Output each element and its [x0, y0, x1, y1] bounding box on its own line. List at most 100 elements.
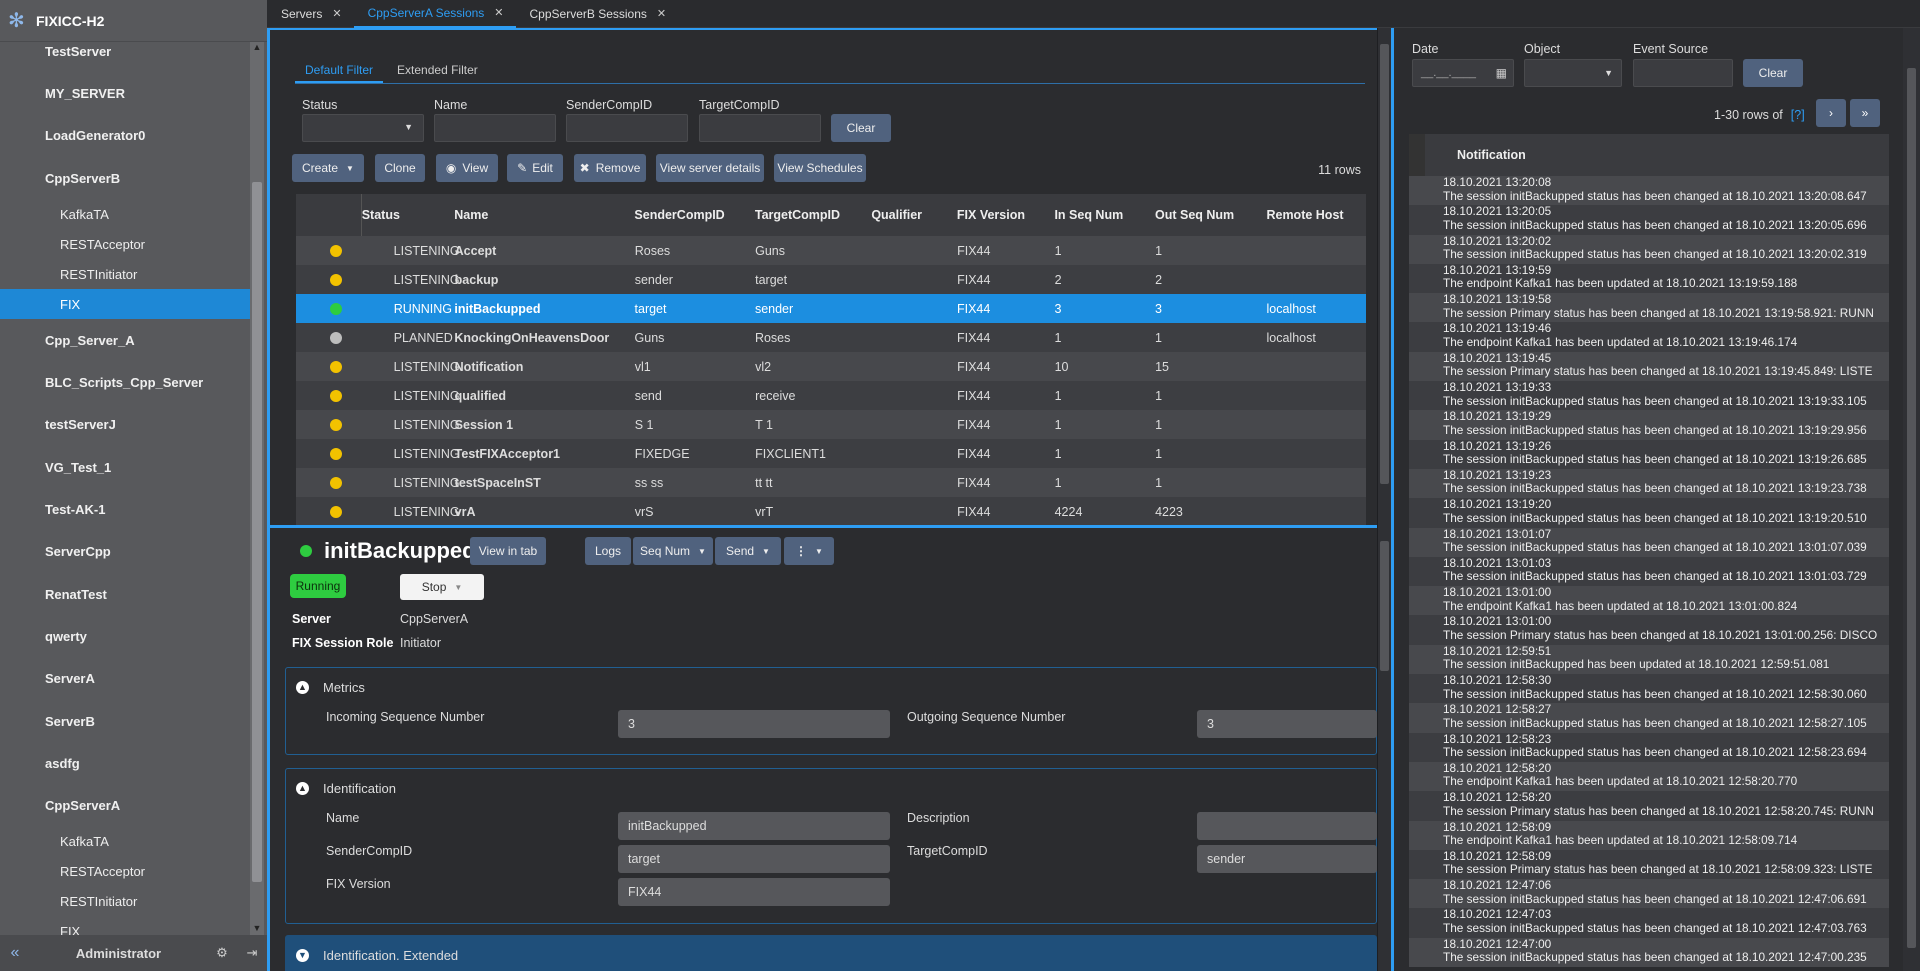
sidebar-item[interactable]: Test-AK-1 [0, 488, 250, 530]
remove-button[interactable]: ✖ Remove [574, 154, 646, 182]
seq-num-button[interactable]: Seq Num ▼ [633, 537, 713, 565]
notification-row[interactable]: 18.10.2021 13:19:29 The session initBacku… [1409, 410, 1889, 440]
sidebar-item[interactable]: ServerA [0, 658, 250, 700]
tab-default-filter[interactable]: Default Filter [295, 58, 384, 83]
edit-button[interactable]: ✎ Edit [507, 154, 563, 182]
sidebar-item[interactable]: FIX [0, 917, 250, 935]
sidebar-item[interactable]: ServerB [0, 700, 250, 742]
table-row[interactable]: LISTENING vrA vrS vrT FIX44 4224 4223 [296, 497, 1366, 526]
clear-filter-button[interactable]: Clear [831, 114, 891, 142]
sender-filter-input[interactable] [566, 114, 688, 142]
col-targetcompid[interactable]: TargetCompID [755, 208, 871, 222]
identification-header[interactable]: ▲ Identification [296, 781, 396, 796]
more-actions-button[interactable]: ⋮ ▼ [784, 537, 834, 565]
next-page-button[interactable]: › [1816, 99, 1846, 127]
date-input[interactable]: __.__.____ ▦ [1412, 59, 1514, 87]
metrics-header[interactable]: ▲ Metrics [296, 680, 365, 695]
notification-row[interactable]: 18.10.2021 13:20:08 The session initBacku… [1409, 176, 1889, 206]
notification-row[interactable]: 18.10.2021 12:58:09 The endpoint Kafka1 h… [1409, 820, 1889, 850]
col-in-seq-num[interactable]: In Seq Num [1054, 208, 1155, 222]
notification-row[interactable]: 18.10.2021 12:58:30 The session initBacku… [1409, 674, 1889, 704]
notification-header[interactable]: Notification [1409, 134, 1889, 176]
notification-row[interactable]: 18.10.2021 13:01:00 The session Primary s… [1409, 615, 1889, 645]
status-filter-select[interactable]: ▼ [302, 114, 424, 142]
target-field[interactable]: sender [1197, 845, 1377, 873]
logs-button[interactable]: Logs [585, 537, 631, 565]
name-filter-input[interactable] [434, 114, 556, 142]
scroll-thumb[interactable] [252, 182, 262, 882]
notification-row[interactable]: 18.10.2021 12:58:20 The session Primary s… [1409, 791, 1889, 821]
notification-row[interactable]: 18.10.2021 12:58:27 The session initBacku… [1409, 703, 1889, 733]
header-selector[interactable] [296, 194, 362, 236]
table-row[interactable]: PLANNED KnockingOnHeavensDoor Guns Roses FIX… [296, 323, 1366, 352]
collapse-sidebar-icon[interactable]: « [0, 944, 30, 962]
notification-row[interactable]: 18.10.2021 13:20:05 The session initBacku… [1409, 205, 1889, 235]
send-button[interactable]: Send ▼ [715, 537, 781, 565]
sender-field[interactable]: target [618, 845, 890, 873]
notification-row[interactable]: 18.10.2021 13:19:45 The session Primary s… [1409, 351, 1889, 382]
sidebar-item[interactable]: testServerJ [0, 404, 250, 446]
scroll-thumb[interactable] [1380, 541, 1389, 671]
close-icon[interactable]: ✕ [657, 7, 666, 20]
scroll-thumb[interactable] [1907, 68, 1916, 948]
col-sendercompid[interactable]: SenderCompID [634, 208, 754, 222]
notification-row[interactable]: 18.10.2021 13:19:33 The session initBacku… [1409, 381, 1889, 411]
sidebar-item[interactable]: BLC_Scripts_Cpp_Server [0, 361, 250, 403]
notification-row[interactable]: 18.10.2021 13:19:20 The session initBacku… [1409, 498, 1889, 528]
details-scrollbar[interactable] [1378, 525, 1391, 971]
sidebar-item[interactable]: CppServerA [0, 784, 250, 826]
table-row[interactable]: RUNNING initBackupped target sender FIX44 3 3 l… [296, 294, 1366, 323]
notification-row[interactable]: 18.10.2021 13:01:00 The endpoint Kafka1 h… [1409, 586, 1889, 616]
identification-extended-header[interactable]: ▼ Identification. Extended [296, 948, 458, 963]
notification-row[interactable]: 18.10.2021 12:59:51 The session initBacku… [1409, 644, 1889, 675]
event-source-input[interactable] [1633, 59, 1733, 87]
events-scrollbar[interactable] [1903, 28, 1920, 971]
close-icon[interactable]: ✕ [494, 6, 503, 19]
notification-row[interactable]: 18.10.2021 12:58:09 The session Primary s… [1409, 849, 1889, 880]
name-field[interactable]: initBackupped [618, 812, 890, 840]
tab-servers[interactable]: Servers ✕ [267, 0, 354, 28]
sidebar-item[interactable]: ServerCpp [0, 531, 250, 573]
notification-row[interactable]: 18.10.2021 12:58:20 The endpoint Kafka1 h… [1409, 761, 1889, 792]
notification-row[interactable]: 18.10.2021 13:19:59 The endpoint Kafka1 h… [1409, 263, 1889, 294]
notification-row[interactable]: 18.10.2021 13:19:26 The session initBacku… [1409, 439, 1889, 469]
col-qualifier[interactable]: Qualifier [871, 208, 957, 222]
sidebar-item[interactable]: VG_Test_1 [0, 446, 250, 488]
table-row[interactable]: LISTENING TestFIXAcceptor1 FIXEDGE FIXCLIEN… [296, 439, 1366, 468]
clear-events-button[interactable]: Clear [1743, 59, 1803, 87]
sidebar-item[interactable]: RESTAcceptor [0, 857, 250, 887]
scroll-up-icon[interactable]: ▲ [250, 42, 264, 54]
notification-row[interactable]: 18.10.2021 13:01:07 The session initBacku… [1409, 527, 1889, 557]
sidebar-item[interactable]: TestServer [0, 30, 250, 72]
sidebar-scrollbar[interactable]: ▲ ▼ [250, 42, 264, 935]
notification-row[interactable]: 18.10.2021 12:47:00 The session initBacku… [1409, 937, 1889, 968]
sidebar-item[interactable]: CppServerB [0, 157, 250, 199]
last-page-button[interactable]: » [1850, 99, 1880, 127]
current-user[interactable]: Administrator [30, 946, 207, 961]
scroll-down-icon[interactable]: ▼ [250, 923, 264, 935]
sessions-scrollbar[interactable] [1378, 28, 1391, 525]
view-in-tab-button[interactable]: View in tab [470, 537, 546, 565]
notification-row[interactable]: 18.10.2021 12:47:03 The session initBacku… [1409, 908, 1889, 938]
sidebar-item[interactable]: RESTInitiator [0, 887, 250, 917]
sidebar-item[interactable]: KafkaTA [0, 199, 250, 229]
table-row[interactable]: LISTENING testSpaceInST ss ss tt tt FIX44 1 1 [296, 468, 1366, 497]
stop-button[interactable]: Stop ▼ [400, 574, 484, 600]
scroll-thumb[interactable] [1380, 44, 1389, 484]
sidebar-item[interactable]: asdfg [0, 742, 250, 784]
col-out-seq-num[interactable]: Out Seq Num [1155, 208, 1266, 222]
sidebar-item[interactable]: RESTAcceptor [0, 229, 250, 259]
close-icon[interactable]: ✕ [332, 7, 341, 20]
tab-extended-filter[interactable]: Extended Filter [387, 58, 488, 83]
incoming-seq-field[interactable]: 3 [618, 710, 890, 738]
table-row[interactable]: LISTENING backup sender target FIX44 2 2 [296, 265, 1366, 294]
notification-row[interactable]: 18.10.2021 13:19:23 The session initBacku… [1409, 468, 1889, 499]
table-row[interactable]: LISTENING Session 1 S 1 T 1 FIX44 1 1 [296, 410, 1366, 439]
target-filter-input[interactable] [699, 114, 821, 142]
notification-row[interactable]: 18.10.2021 13:19:46 The endpoint Kafka1 h… [1409, 322, 1889, 352]
create-button[interactable]: Create ▼ [292, 154, 364, 182]
fix-version-field[interactable]: FIX44 [618, 878, 890, 906]
tab-cppserverb-sessions[interactable]: CppServerB Sessions ✕ [516, 0, 679, 28]
table-row[interactable]: LISTENING Notification vl1 vl2 FIX44 10 15 [296, 352, 1366, 381]
notification-row[interactable]: 18.10.2021 12:58:23 The session initBacku… [1409, 732, 1889, 762]
